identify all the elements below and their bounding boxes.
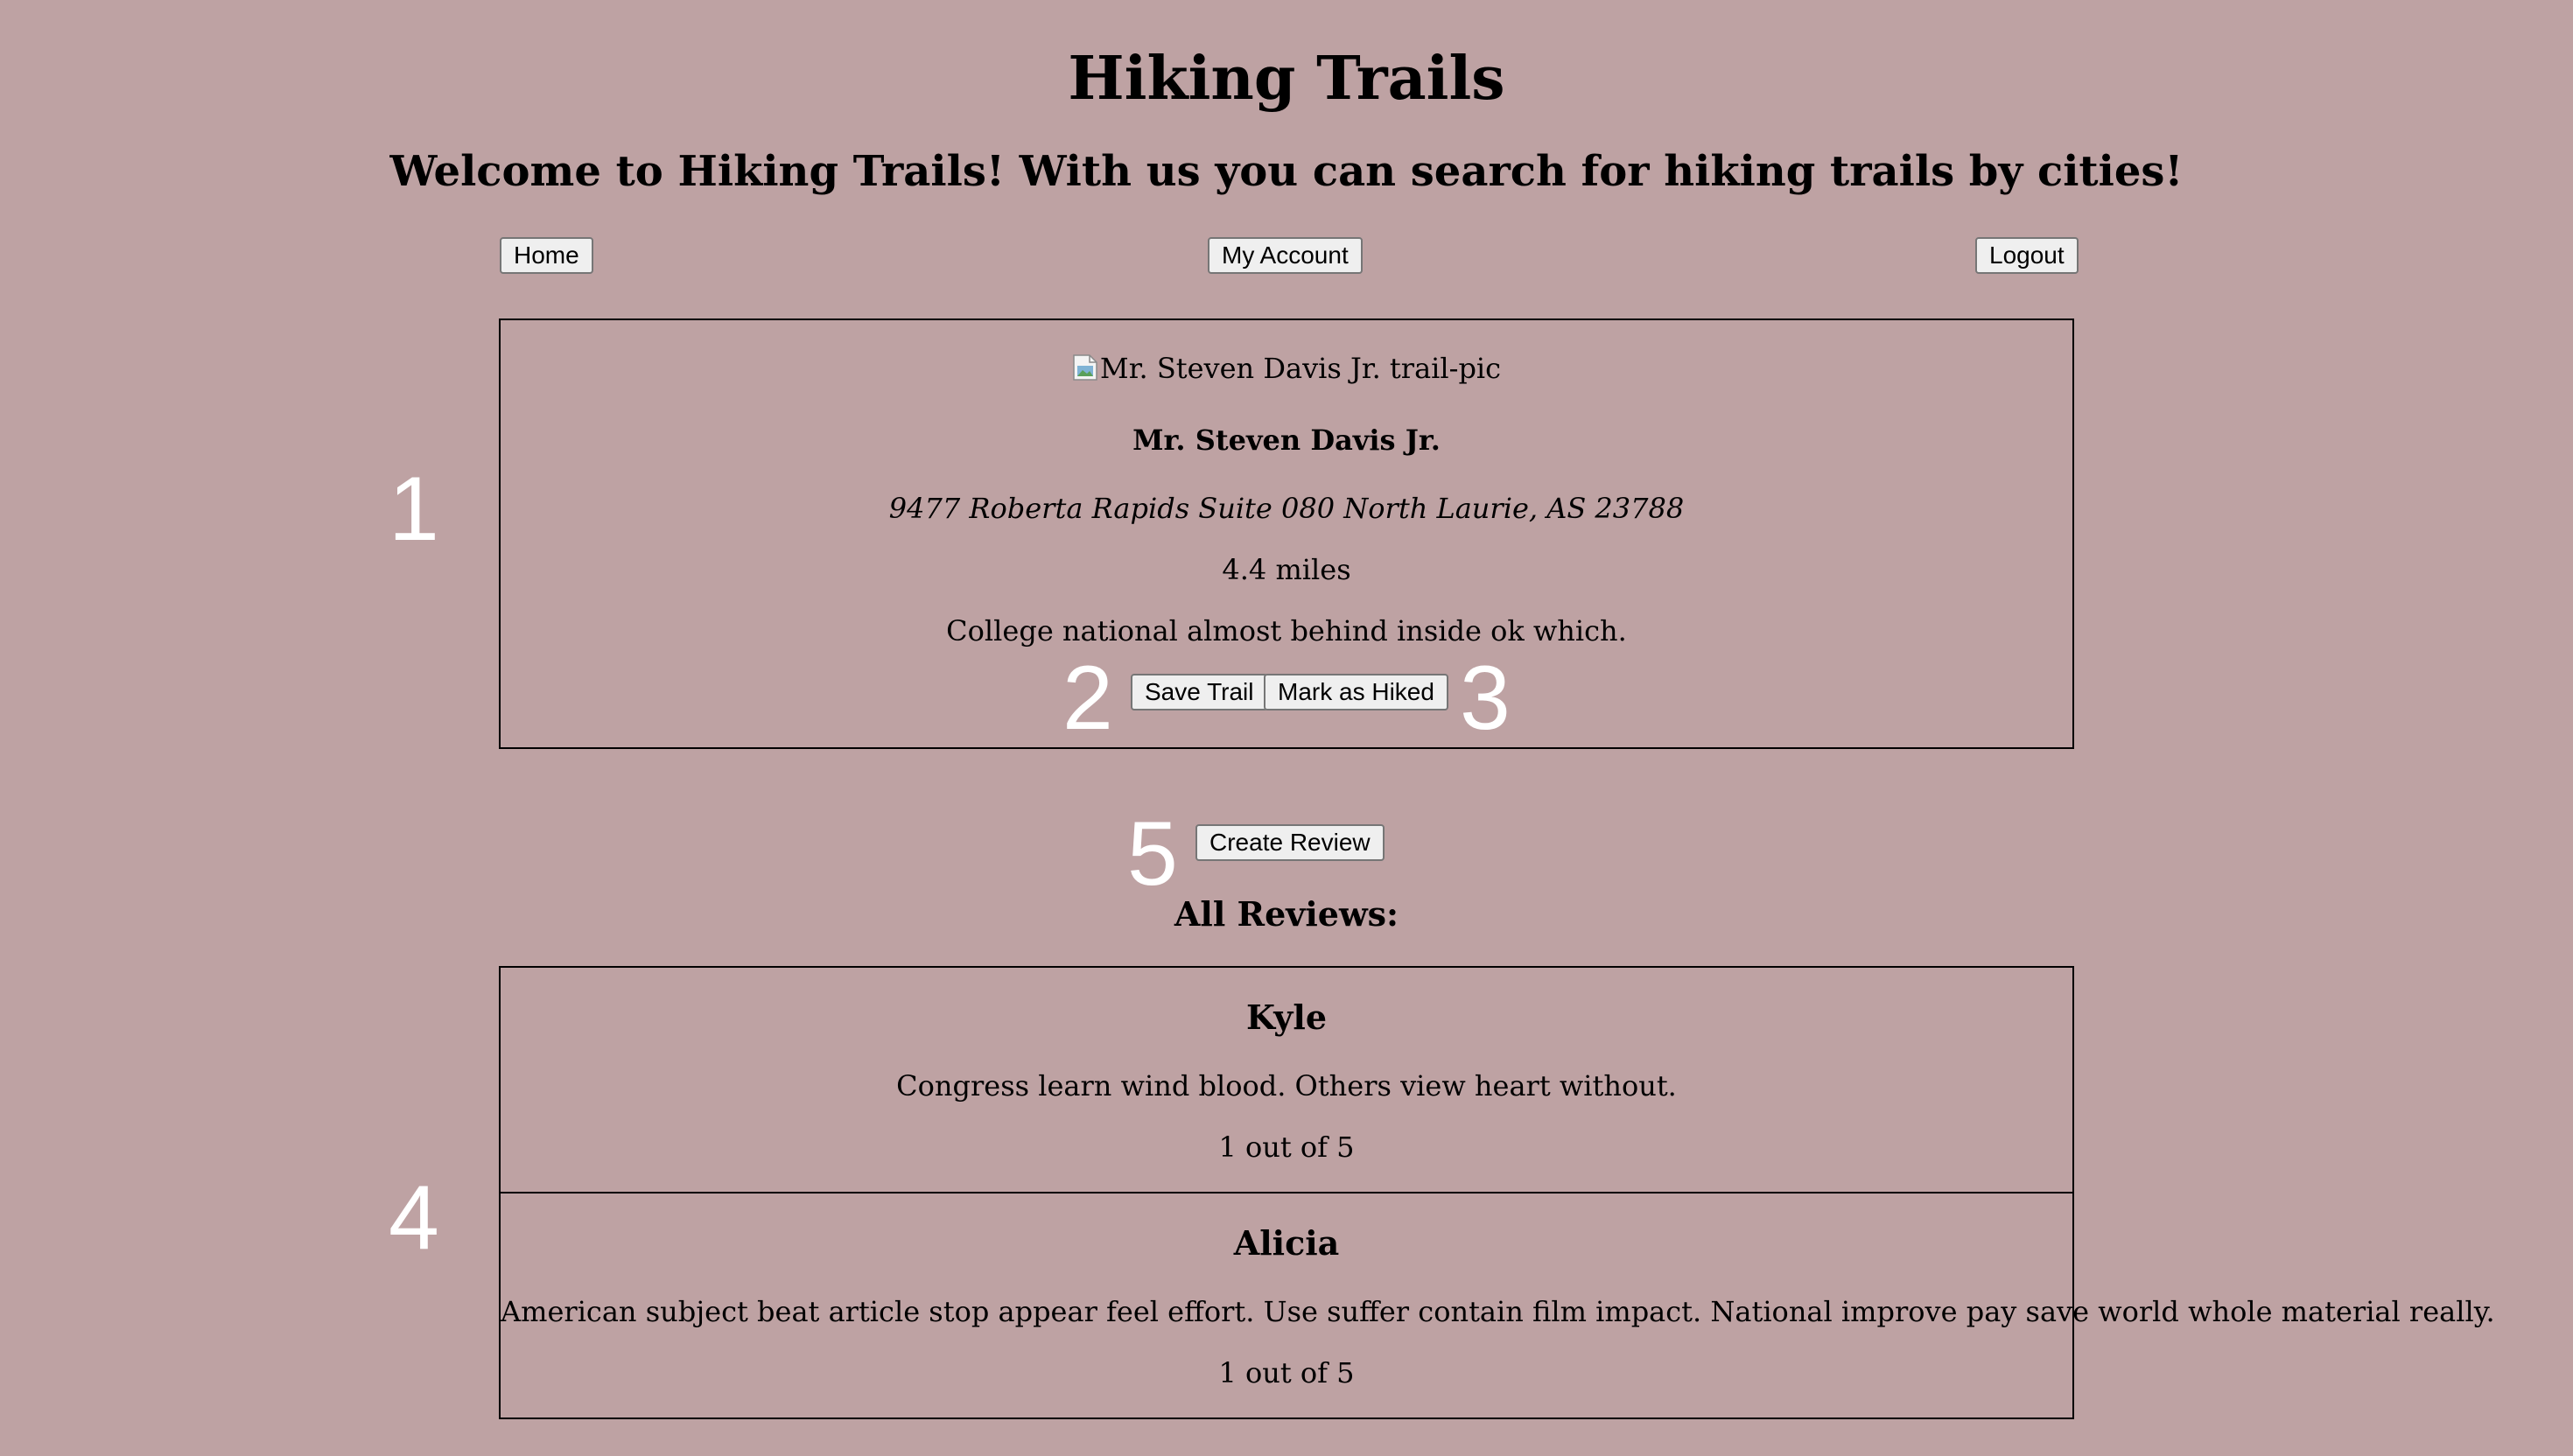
trail-image-alt-text: Mr. Steven Davis Jr. trail-pic bbox=[1099, 352, 1502, 385]
mark-as-hiked-button[interactable]: Mark as Hiked bbox=[1264, 674, 1448, 710]
review-author: Alicia bbox=[1233, 1223, 1340, 1263]
annotation-marker-1: 1 bbox=[389, 458, 439, 560]
review-rating: 1 out of 5 bbox=[1218, 1356, 1355, 1390]
review-text: Congress learn wind blood. Others view h… bbox=[896, 1069, 1677, 1102]
annotation-marker-2: 2 bbox=[1062, 648, 1113, 749]
create-review-button[interactable]: Create Review bbox=[1195, 824, 1385, 861]
trail-distance: 4.4 miles bbox=[1222, 553, 1351, 586]
annotation-marker-3: 3 bbox=[1460, 648, 1511, 749]
page-title: Hiking Trails bbox=[1068, 44, 1505, 114]
annotation-marker-5: 5 bbox=[1127, 803, 1178, 905]
save-trail-button[interactable]: Save Trail bbox=[1131, 674, 1268, 710]
annotation-marker-4: 4 bbox=[389, 1167, 439, 1269]
logout-button[interactable]: Logout bbox=[1975, 237, 2079, 274]
welcome-message: Welcome to Hiking Trails! With us you ca… bbox=[389, 147, 2184, 196]
review-card: Kyle Congress learn wind blood. Others v… bbox=[499, 966, 2074, 1194]
broken-image-icon bbox=[1072, 354, 1098, 382]
review-card: Alicia American subject beat article sto… bbox=[499, 1192, 2495, 1419]
trail-description: College national almost behind inside ok… bbox=[946, 614, 1627, 648]
trail-name: Mr. Steven Davis Jr. bbox=[1132, 424, 1441, 457]
my-account-button[interactable]: My Account bbox=[1208, 237, 1363, 274]
home-button[interactable]: Home bbox=[500, 237, 593, 274]
trail-image: Mr. Steven Davis Jr. trail-pic bbox=[501, 352, 2072, 385]
review-text: American subject beat article stop appea… bbox=[501, 1295, 2495, 1328]
review-rating: 1 out of 5 bbox=[1218, 1130, 1355, 1164]
trail-address: 9477 Roberta Rapids Suite 080 North Laur… bbox=[888, 492, 1685, 525]
reviews-heading: All Reviews: bbox=[1174, 894, 1399, 934]
review-author: Kyle bbox=[1245, 998, 1327, 1037]
